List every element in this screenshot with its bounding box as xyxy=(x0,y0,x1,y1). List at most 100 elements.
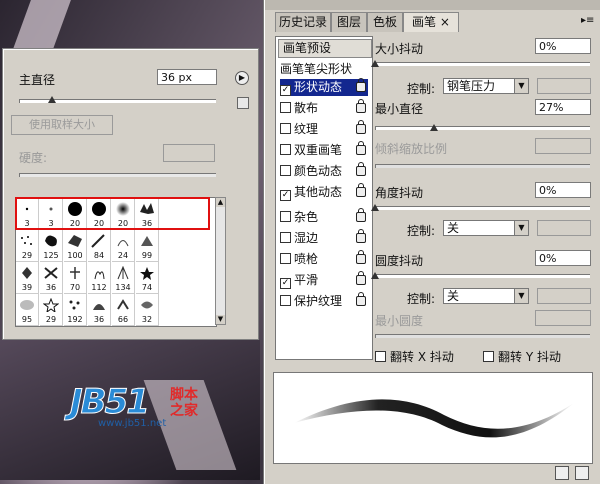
roundness-jitter-slider-knob[interactable] xyxy=(371,272,379,279)
checkbox-icon[interactable]: ✓ xyxy=(280,85,291,96)
tilt-scale-input[interactable] xyxy=(535,138,591,154)
checkbox-icon[interactable] xyxy=(280,144,291,155)
size-jitter-slider-knob[interactable] xyxy=(371,60,379,67)
brush-grid-scrollbar[interactable]: ▲ ▼ xyxy=(215,197,226,325)
checkbox-icon[interactable] xyxy=(280,232,291,243)
checkbox-icon[interactable] xyxy=(280,253,291,264)
min-roundness-slider[interactable] xyxy=(375,334,590,338)
angle-fade-input[interactable] xyxy=(537,220,591,236)
option-smoothing[interactable]: ✓ 平滑 xyxy=(280,271,368,289)
roundness-jitter-input[interactable]: 0% xyxy=(535,250,591,266)
lock-icon[interactable] xyxy=(356,99,366,113)
hardness-input[interactable] xyxy=(163,144,215,162)
brush-cell[interactable]: 192 xyxy=(64,294,87,326)
brush-cell[interactable]: 3 xyxy=(16,198,39,230)
brush-cell[interactable]: 74 xyxy=(136,262,159,294)
panel-titlebar[interactable] xyxy=(265,0,600,10)
lock-icon[interactable] xyxy=(356,162,366,176)
checkbox-icon[interactable] xyxy=(483,351,494,362)
lock-icon[interactable] xyxy=(356,250,366,264)
size-jitter-input[interactable]: 0% xyxy=(535,38,591,54)
min-diameter-slider-knob[interactable] xyxy=(430,124,438,131)
brush-cell[interactable]: 20 xyxy=(88,198,111,230)
angle-jitter-control-select[interactable]: 关 ▼ xyxy=(443,220,529,236)
option-other-dynamics[interactable]: ✓ 其他动态 xyxy=(280,183,368,201)
checkbox-icon[interactable] xyxy=(280,295,291,306)
brush-cell[interactable]: 20 xyxy=(64,198,87,230)
checkbox-icon[interactable] xyxy=(280,165,291,176)
option-scattering[interactable]: 散布 xyxy=(280,99,368,117)
brush-cell[interactable]: 84 xyxy=(88,230,111,262)
tab-brushes[interactable]: 画笔 × xyxy=(403,12,459,32)
size-jitter-control-select[interactable]: 钢笔压力 ▼ xyxy=(443,78,529,94)
new-preset-icon[interactable] xyxy=(237,97,249,109)
lock-icon[interactable] xyxy=(356,120,366,134)
angle-jitter-slider[interactable] xyxy=(375,206,590,210)
option-color-dynamics[interactable]: 颜色动态 xyxy=(280,162,368,180)
min-diameter-input[interactable]: 27% xyxy=(535,99,591,115)
flip-y-checkbox[interactable]: 翻转 Y 抖动 xyxy=(483,348,561,365)
size-jitter-slider[interactable] xyxy=(375,62,590,66)
brush-cell[interactable]: 20 xyxy=(112,198,135,230)
brush-cell[interactable]: 100 xyxy=(64,230,87,262)
checkbox-icon[interactable] xyxy=(280,211,291,222)
brush-cell[interactable]: 29 xyxy=(16,230,39,262)
lock-icon[interactable] xyxy=(356,141,366,155)
chevron-down-icon[interactable]: ▼ xyxy=(514,289,528,303)
brush-cell[interactable]: 95 xyxy=(16,294,39,326)
tab-history[interactable]: 历史记录 xyxy=(275,12,331,32)
option-wet-edges[interactable]: 湿边 xyxy=(280,229,368,247)
roundness-fade-input[interactable] xyxy=(537,288,591,304)
hardness-slider[interactable] xyxy=(19,173,216,177)
tilt-scale-slider[interactable] xyxy=(375,164,590,168)
brush-cell[interactable]: 134 xyxy=(112,262,135,294)
tab-swatches[interactable]: 色板 xyxy=(367,12,403,32)
lock-icon[interactable] xyxy=(356,271,366,285)
panel-menu-icon[interactable]: ▸≡ xyxy=(581,15,594,27)
brush-cell[interactable]: 36 xyxy=(40,262,63,294)
tab-layers[interactable]: 图层 xyxy=(331,12,367,32)
master-diameter-input[interactable]: 36 px xyxy=(157,69,217,85)
checkbox-icon[interactable]: ✓ xyxy=(280,278,291,289)
option-protect-texture[interactable]: 保护纹理 xyxy=(280,292,368,310)
option-texture[interactable]: 纹理 xyxy=(280,120,368,138)
brush-cell[interactable]: 39 xyxy=(16,262,39,294)
scroll-up-icon[interactable]: ▲ xyxy=(216,198,225,207)
checkbox-icon[interactable] xyxy=(375,351,386,362)
chevron-down-icon[interactable]: ▼ xyxy=(514,221,528,235)
brush-cell[interactable]: 3 xyxy=(40,198,63,230)
angle-jitter-slider-knob[interactable] xyxy=(371,204,379,211)
roundness-jitter-control-select[interactable]: 关 ▼ xyxy=(443,288,529,304)
checkbox-icon[interactable]: ✓ xyxy=(280,190,291,201)
scroll-down-icon[interactable]: ▼ xyxy=(216,315,225,324)
brush-presets-button[interactable]: 画笔预设 xyxy=(278,39,372,58)
use-sample-size-button[interactable]: 使用取样大小 xyxy=(11,115,113,135)
checkbox-icon[interactable] xyxy=(280,123,291,134)
option-noise[interactable]: 杂色 xyxy=(280,208,368,226)
brush-cell[interactable]: 36 xyxy=(136,198,159,230)
brush-cell[interactable]: 112 xyxy=(88,262,111,294)
min-roundness-input[interactable] xyxy=(535,310,591,326)
close-icon[interactable]: × xyxy=(440,15,450,29)
brush-cell[interactable]: 36 xyxy=(88,294,111,326)
lock-icon[interactable] xyxy=(356,292,366,306)
fade-steps-input[interactable] xyxy=(537,78,591,94)
picker-menu-arrow-icon[interactable]: ▶ xyxy=(235,71,249,85)
brush-cell[interactable]: 99 xyxy=(136,230,159,262)
option-airbrush[interactable]: 喷枪 xyxy=(280,250,368,268)
angle-jitter-input[interactable]: 0% xyxy=(535,182,591,198)
lock-icon[interactable] xyxy=(356,183,366,197)
option-shape-dynamics[interactable]: ✓ 形状动态 xyxy=(280,78,368,96)
brush-tip-shape-item[interactable]: 画笔笔尖形状 xyxy=(280,61,368,78)
new-brush-icon[interactable] xyxy=(555,466,569,480)
master-diameter-slider-knob[interactable] xyxy=(48,96,56,103)
brush-cell[interactable]: 70 xyxy=(64,262,87,294)
brush-cell[interactable]: 66 xyxy=(112,294,135,326)
lock-icon[interactable] xyxy=(356,78,366,92)
checkbox-icon[interactable] xyxy=(280,102,291,113)
brush-cell[interactable]: 24 xyxy=(112,230,135,262)
chevron-down-icon[interactable]: ▼ xyxy=(514,79,528,93)
brush-cell[interactable]: 125 xyxy=(40,230,63,262)
trash-icon[interactable] xyxy=(575,466,589,480)
roundness-jitter-slider[interactable] xyxy=(375,274,590,278)
